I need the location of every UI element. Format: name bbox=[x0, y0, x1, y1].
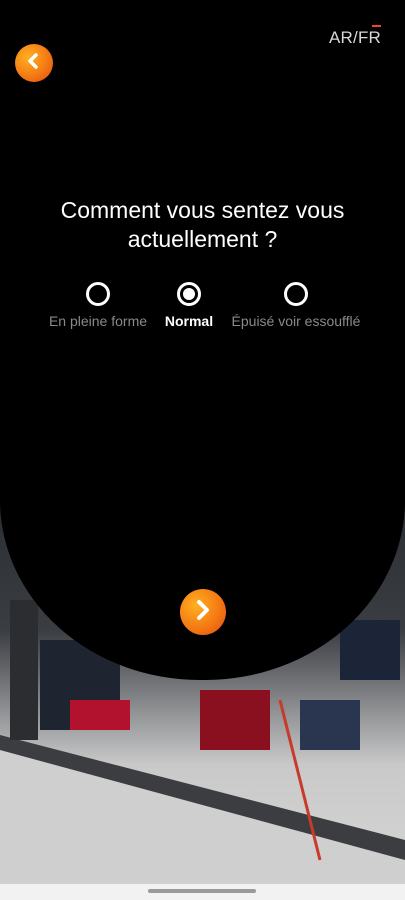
home-indicator[interactable] bbox=[148, 889, 256, 893]
radio-button[interactable] bbox=[284, 282, 308, 306]
language-switch-label: AR/FR bbox=[329, 28, 381, 47]
next-button[interactable] bbox=[180, 589, 226, 635]
option-label: Épuisé voir essoufflé bbox=[231, 313, 361, 329]
system-navigation-bar bbox=[0, 884, 405, 900]
option-epuise[interactable]: Épuisé voir essoufflé bbox=[226, 282, 366, 329]
back-button[interactable] bbox=[15, 44, 53, 82]
chevron-right-icon bbox=[192, 599, 214, 626]
language-marker bbox=[372, 25, 381, 27]
language-switch[interactable]: AR/FR bbox=[329, 25, 381, 48]
chevron-left-icon bbox=[25, 52, 43, 75]
radio-button-selected[interactable] bbox=[177, 282, 201, 306]
content-panel bbox=[0, 0, 405, 680]
radio-button[interactable] bbox=[86, 282, 110, 306]
question-text: Comment vous sentez vous actuellement ? bbox=[60, 197, 345, 252]
